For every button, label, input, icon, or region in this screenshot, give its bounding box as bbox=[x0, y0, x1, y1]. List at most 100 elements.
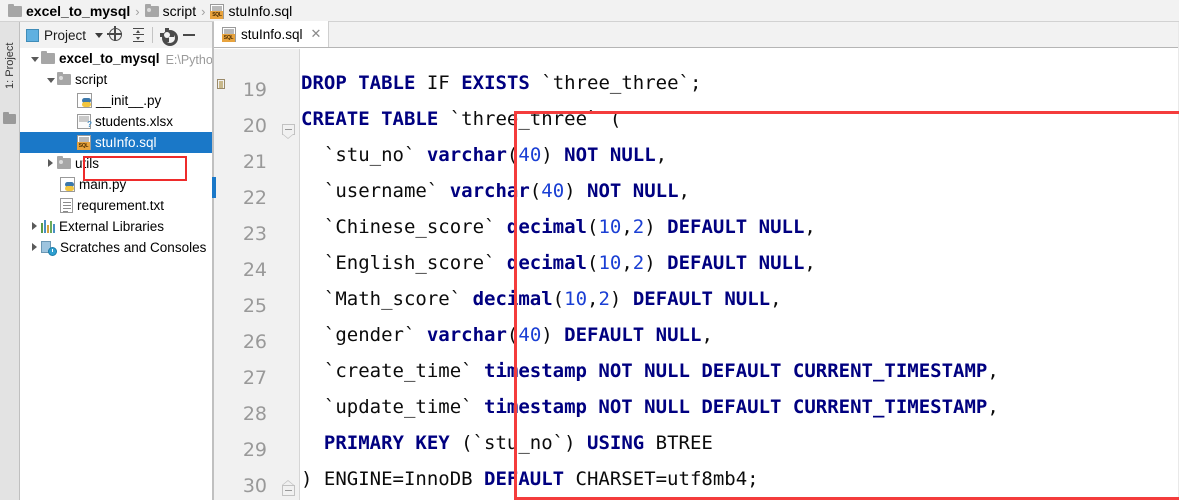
tree-item-script[interactable]: script bbox=[20, 69, 213, 90]
code-token: `update_time` bbox=[301, 396, 485, 418]
project-toolbar: Project bbox=[20, 22, 213, 48]
code-token: DEFAULT bbox=[484, 468, 565, 490]
scratches-icon bbox=[41, 240, 57, 256]
source-folder-icon bbox=[57, 72, 71, 85]
code-token: , bbox=[701, 324, 713, 346]
toolbar-divider bbox=[152, 27, 154, 43]
fold-collapse-icon[interactable] bbox=[282, 124, 295, 139]
chevron-right-icon[interactable] bbox=[28, 237, 41, 258]
tree-item-label: Scratches and Consoles bbox=[60, 240, 207, 255]
tree-item-label: students.xlsx bbox=[95, 114, 174, 129]
code-token: ) ENGINE=InnoDB bbox=[301, 468, 485, 490]
code-token: , bbox=[987, 396, 999, 418]
breadcrumb-label: script bbox=[162, 3, 197, 19]
code-token: , bbox=[587, 288, 599, 310]
code-token: varchar bbox=[426, 324, 507, 346]
breadcrumb-separator: › bbox=[201, 3, 206, 19]
code-line: `English_score` decimal(10,2) DEFAULT NU… bbox=[301, 245, 816, 281]
tree-item-external-libraries[interactable]: External Libraries bbox=[20, 216, 213, 237]
tool-window-tab-project[interactable]: 1: Project bbox=[0, 26, 20, 106]
fold-collapse-icon[interactable] bbox=[282, 480, 295, 500]
tree-item-init-py[interactable]: __init__.py bbox=[20, 90, 213, 111]
code-token: 2 bbox=[598, 288, 610, 310]
tree-item-utils[interactable]: utils bbox=[20, 153, 213, 174]
chevron-down-icon bbox=[95, 32, 104, 38]
code-token: decimal bbox=[506, 252, 587, 274]
tree-item-excel-to-mysql[interactable]: excel_to_mysql E:\Python职 bbox=[20, 48, 213, 69]
line-number: 19 bbox=[242, 79, 267, 101]
code-line: ) ENGINE=InnoDB DEFAULT CHARSET=utf8mb4; bbox=[301, 461, 759, 497]
code-token: ( bbox=[506, 144, 519, 166]
line-number: 24 bbox=[242, 259, 267, 281]
chevron-right-icon[interactable] bbox=[44, 153, 57, 174]
project-view-icon bbox=[26, 28, 39, 42]
code-token: timestamp NOT NULL DEFAULT CURRENT_TIMES… bbox=[484, 396, 988, 418]
code-token: , bbox=[987, 360, 999, 382]
code-token: `three_three` ( bbox=[438, 108, 622, 130]
minimize-icon[interactable] bbox=[178, 24, 200, 46]
code-line: DROP TABLE IF EXISTS `three_three`; bbox=[301, 65, 701, 101]
breadcrumb-item-file[interactable]: SQL stuInfo.sql bbox=[210, 3, 292, 19]
xlsx-file-icon: ? bbox=[77, 114, 92, 129]
tree-item-requrement-txt[interactable]: requrement.txt bbox=[20, 195, 213, 216]
close-icon[interactable]: ✕ bbox=[311, 26, 322, 42]
code-token: TABLE bbox=[381, 108, 439, 130]
code-token: , bbox=[655, 144, 668, 166]
tree-item-stuinfo-sql[interactable]: SQL stuInfo.sql bbox=[20, 132, 213, 153]
tree-item-students-xlsx[interactable]: ? students.xlsx bbox=[20, 111, 213, 132]
project-tree: excel_to_mysql E:\Python职 script __init_… bbox=[20, 48, 213, 500]
line-number: 20 bbox=[242, 115, 267, 137]
editor-tab-stuinfo-sql[interactable]: SQL stuInfo.sql ✕ bbox=[214, 21, 330, 47]
locate-target-icon[interactable] bbox=[105, 24, 127, 46]
code-token: , bbox=[804, 216, 816, 238]
code-token: 2 bbox=[632, 252, 645, 274]
txt-file-icon bbox=[60, 198, 73, 213]
code-token: PRIMARY KEY bbox=[323, 432, 450, 454]
sql-file-icon: SQL bbox=[210, 3, 225, 19]
editor-gutter[interactable]: 19 20 21 22 23 24 25 26 27 28 29 30 31 bbox=[212, 49, 300, 500]
code-token: ) bbox=[644, 252, 668, 274]
code-line: PRIMARY KEY (`stu_no`) USING BTREE bbox=[301, 425, 713, 461]
python-file-icon bbox=[60, 177, 75, 192]
code-token: NOT NULL bbox=[587, 180, 679, 202]
editor-area: SQL stuInfo.sql ✕ 19 20 21 22 23 24 25 2… bbox=[212, 21, 1179, 500]
code-token: DEFAULT NULL bbox=[564, 324, 702, 346]
code-token: varchar bbox=[426, 144, 507, 166]
line-number: 23 bbox=[242, 223, 267, 245]
code-token: `create_time` bbox=[301, 360, 485, 382]
code-token: 10 bbox=[598, 216, 622, 238]
tree-item-label: __init__.py bbox=[96, 93, 162, 108]
chevron-down-icon[interactable] bbox=[44, 69, 57, 90]
code-token: ( bbox=[529, 180, 542, 202]
source-folder-icon bbox=[144, 3, 159, 17]
tree-item-label: script bbox=[75, 72, 108, 87]
line-number: 25 bbox=[242, 295, 267, 317]
breadcrumb-separator: › bbox=[135, 3, 140, 19]
code-line: `Math_score` decimal(10,2) DEFAULT NULL, bbox=[301, 281, 782, 317]
code-token: `stu_no` bbox=[301, 144, 427, 166]
code-token: IF bbox=[415, 72, 462, 94]
python-file-icon bbox=[77, 93, 92, 108]
chevron-down-icon[interactable] bbox=[28, 48, 41, 69]
breadcrumb-label: stuInfo.sql bbox=[228, 3, 293, 19]
gear-icon[interactable] bbox=[156, 24, 179, 46]
chevron-right-icon[interactable] bbox=[28, 216, 41, 237]
line-number: 29 bbox=[242, 439, 267, 461]
breadcrumb-item-script[interactable]: script bbox=[144, 3, 197, 19]
project-view-selector[interactable]: Project bbox=[26, 28, 105, 43]
code-token: decimal bbox=[506, 216, 587, 238]
line-number: 30 bbox=[242, 475, 267, 497]
collapse-all-icon[interactable] bbox=[127, 24, 149, 46]
tree-item-scratches-and-consoles[interactable]: Scratches and Consoles bbox=[20, 237, 213, 258]
tree-item-main-py[interactable]: main.py bbox=[20, 174, 213, 195]
code-token: BTREE bbox=[644, 432, 713, 454]
folder-icon bbox=[3, 112, 16, 124]
source-folder-icon bbox=[57, 156, 71, 169]
tree-item-label: stuInfo.sql bbox=[95, 135, 157, 150]
breadcrumb-item-project[interactable]: excel_to_mysql bbox=[8, 3, 130, 19]
code-token: ) bbox=[541, 144, 565, 166]
code-text[interactable]: DROP TABLE IF EXISTS `three_three`; CREA… bbox=[301, 49, 1179, 500]
line-number: 26 bbox=[242, 331, 267, 353]
